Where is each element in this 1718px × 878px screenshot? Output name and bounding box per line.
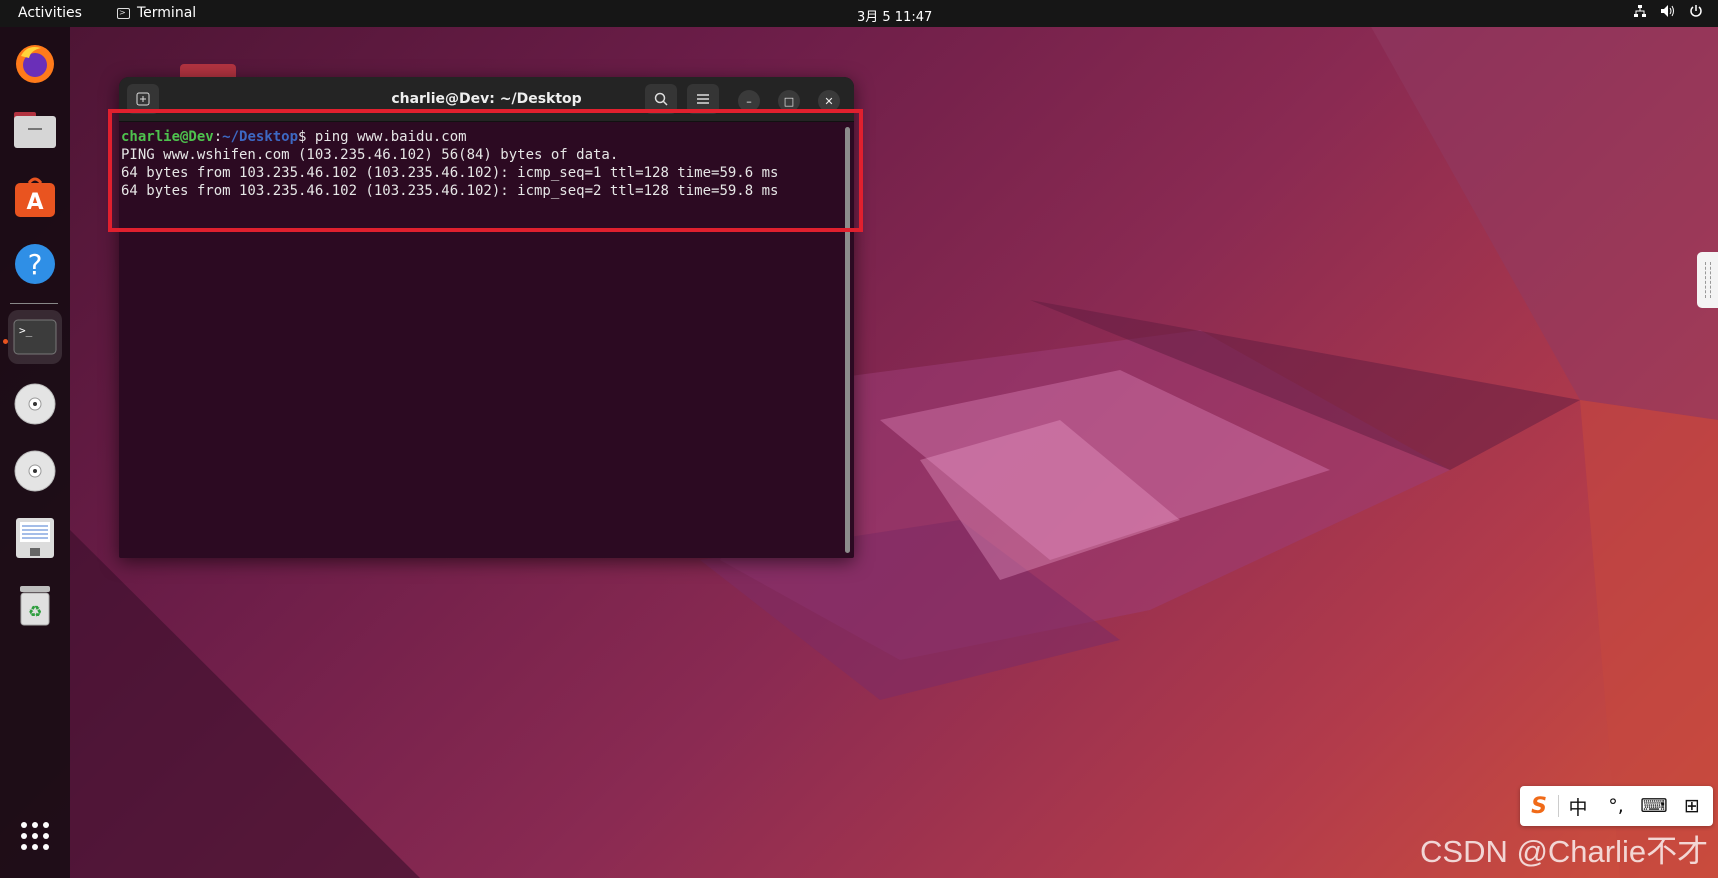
side-panel-handle[interactable] [1697, 252, 1718, 308]
power-icon[interactable] [1688, 4, 1704, 22]
terminal-icon: > [117, 7, 130, 19]
ime-toolbar[interactable]: S 中 °, ⌨ ⊞ [1520, 786, 1713, 826]
sogou-logo-icon[interactable]: S [1520, 794, 1558, 819]
trash-launcher[interactable]: ♻ [8, 578, 62, 632]
app-menu[interactable]: > Terminal [117, 5, 196, 21]
trash-icon: ♻ [20, 586, 50, 626]
show-apps-icon [21, 822, 49, 850]
system-tray[interactable] [1632, 4, 1704, 22]
dock-separator [10, 303, 58, 304]
help-launcher[interactable]: ? [8, 237, 62, 291]
hamburger-menu-icon [697, 94, 709, 104]
svg-text:A: A [26, 190, 43, 215]
activities-button[interactable]: Activities [18, 5, 82, 21]
ime-mode-toggle[interactable]: 中 [1559, 793, 1597, 820]
terminal-icon: >_ [13, 319, 57, 355]
optical-disc-icon [14, 383, 56, 425]
annotation-highlight-box [108, 109, 863, 232]
firefox-icon [16, 45, 54, 83]
help-icon: ? [15, 244, 55, 284]
volume-icon[interactable] [1660, 4, 1676, 22]
text-editor-icon [16, 518, 54, 558]
toolbox-grid-icon[interactable]: ⊞ [1673, 795, 1711, 817]
network-icon[interactable] [1632, 4, 1648, 22]
top-bar: Activities > Terminal 3月 5 11:47 [0, 0, 1718, 27]
show-apps-button[interactable] [8, 809, 62, 863]
svg-text:>_: >_ [19, 324, 33, 337]
firefox-launcher[interactable] [8, 37, 62, 91]
text-editor-launcher[interactable] [8, 511, 62, 565]
svg-text:♻: ♻ [28, 602, 42, 621]
app-center-launcher[interactable]: A [8, 170, 62, 224]
dock: A ? >_ ♻ [0, 27, 70, 878]
optical-disc-icon [14, 450, 56, 492]
search-icon [654, 92, 668, 106]
files-icon [14, 112, 56, 148]
disc-launcher-2[interactable] [8, 444, 62, 498]
disc-launcher[interactable] [8, 377, 62, 431]
ime-punctuation-toggle[interactable]: °, [1597, 795, 1635, 817]
keyboard-icon[interactable]: ⌨ [1635, 795, 1673, 817]
watermark: CSDN @Charlie不才 [1420, 834, 1709, 869]
files-launcher[interactable] [8, 103, 62, 157]
app-menu-label: Terminal [137, 5, 197, 21]
terminal-launcher[interactable]: >_ [8, 310, 62, 364]
svg-text:?: ? [28, 248, 43, 281]
clock[interactable]: 3月 5 11:47 [857, 6, 932, 25]
app-center-icon: A [15, 177, 55, 217]
